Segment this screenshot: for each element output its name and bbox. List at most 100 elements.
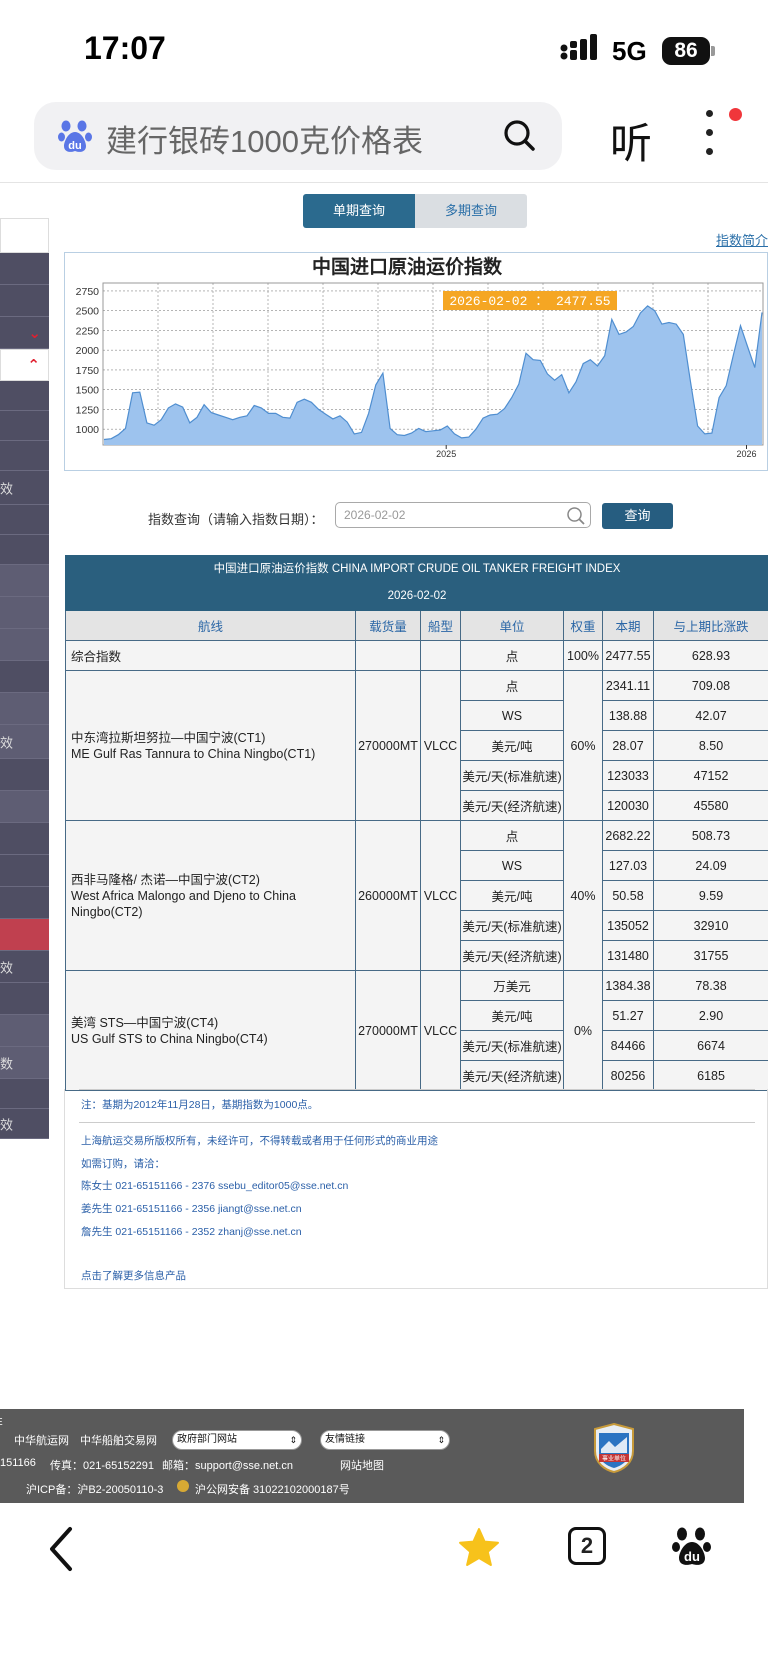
- table-row: 综合指数 点 100% 2477.55 628.93: [65, 640, 768, 671]
- current-cell: 84466: [602, 1030, 654, 1061]
- footer-link[interactable]: 中华航运网: [14, 1432, 69, 1448]
- unit-cell: 美元/吨: [460, 880, 564, 911]
- listen-button[interactable]: 听: [610, 110, 652, 171]
- y-tick-label: 2000: [76, 345, 100, 357]
- baidu-paw-icon[interactable]: du: [672, 1525, 712, 1567]
- date-input[interactable]: 2026-02-02: [335, 502, 591, 528]
- sidebar-item[interactable]: [0, 565, 49, 597]
- route-cargo: 270000MT: [355, 970, 421, 1091]
- sidebar-item[interactable]: [0, 441, 49, 471]
- sidebar-item[interactable]: 效: [0, 471, 49, 505]
- table-title: 中国进口原油运价指数 CHINA IMPORT CRUDE OIL TANKER…: [64, 555, 768, 611]
- sidebar-item-collapsed[interactable]: ⌄: [0, 317, 49, 349]
- unit-cell: 点: [460, 820, 564, 851]
- sidebar-item[interactable]: [0, 1079, 49, 1109]
- sidebar-item[interactable]: [0, 535, 49, 565]
- sidebar-item[interactable]: [0, 983, 49, 1015]
- search-bar[interactable]: du 建行银砖1000克价格表: [34, 102, 562, 170]
- route-ship: VLCC: [420, 820, 461, 971]
- sidebar-item[interactable]: [0, 597, 49, 629]
- sidebar-item[interactable]: [0, 855, 49, 887]
- unit-cell: 点: [460, 670, 564, 701]
- chevron-updown-icon: ⇕: [437, 1435, 445, 1445]
- sidebar-item[interactable]: [0, 285, 49, 317]
- unit-cell: 万美元: [460, 970, 564, 1001]
- sidebar-item[interactable]: [0, 1015, 49, 1047]
- x-tick-label: 2025: [436, 449, 456, 459]
- friend-links-select[interactable]: 友情链接 ⇕: [320, 1430, 450, 1450]
- notes-section: 注：基期为2012年11月28日，基期指数为1000点。 上海航运交易所版权所有…: [64, 1089, 768, 1289]
- sidebar-item[interactable]: [0, 661, 49, 693]
- header-change: 与上期比涨跌: [652, 610, 768, 641]
- y-tick-label: 1250: [76, 404, 100, 416]
- favorite-star-icon[interactable]: [458, 1527, 500, 1569]
- route-ship: VLCC: [420, 670, 461, 821]
- svg-text:du: du: [68, 140, 81, 152]
- header-cargo: 载货量: [355, 610, 421, 641]
- header-route: 航线: [65, 610, 356, 641]
- unit-cell: 美元/天(标准航速): [460, 910, 564, 941]
- sidebar-item[interactable]: 效: [0, 1109, 49, 1139]
- unit-cell: 美元/天(标准航速): [460, 1030, 564, 1061]
- sidebar-item[interactable]: [0, 411, 49, 441]
- freight-index-chart: 中国进口原油运价指数 2750 2500 2250 2000 1750 1500 1250 10…: [64, 252, 768, 471]
- back-arrow-icon[interactable]: [46, 1525, 80, 1573]
- unit-cell: 美元/天(经济航速): [460, 1060, 564, 1091]
- site-footer: E 中华航运网 中华船舶交易网 政府部门网站⇕ 友情链接⇕ 151166 传真：…: [0, 1409, 744, 1503]
- network-type: 5G: [612, 36, 647, 66]
- route-cargo: 260000MT: [355, 820, 421, 971]
- contact-line: 陈女士 021-65151166 - 2376 ssebu_editor05@s…: [81, 1180, 349, 1192]
- more-info-link[interactable]: 点击了解更多信息产品: [81, 1268, 186, 1283]
- tab-multi-period[interactable]: 多期查询: [415, 194, 527, 228]
- y-tick-label: 2500: [76, 306, 100, 318]
- sidebar-item[interactable]: [0, 253, 49, 285]
- change-cell: 24.09: [652, 850, 768, 881]
- browser-bottom-nav: 2 du: [0, 1503, 768, 1663]
- sitemap-link[interactable]: 网站地图: [340, 1457, 384, 1473]
- index-intro-link[interactable]: 指数简介: [716, 230, 768, 249]
- table-header-row: 航线 载货量 船型 单位 权重 本期 与上期比涨跌: [65, 610, 768, 641]
- sidebar-item[interactable]: [0, 887, 49, 919]
- gov-sites-select[interactable]: 政府部门网站 ⇕: [172, 1430, 302, 1450]
- table-row: 美湾 STS—中国宁波(CT4) US Gulf STS to China Nin…: [65, 970, 768, 1091]
- status-bar: 17:07 5G 86: [0, 0, 768, 100]
- sidebar-item[interactable]: 效: [0, 951, 49, 983]
- sidebar-item[interactable]: [0, 629, 49, 661]
- tab-single-period[interactable]: 单期查询: [303, 194, 415, 228]
- battery-indicator: 86: [662, 37, 710, 65]
- sidebar-item[interactable]: 效: [0, 725, 49, 759]
- more-menu-icon[interactable]: [700, 110, 720, 160]
- y-tick-label: 2750: [76, 286, 100, 298]
- base-note: 注：基期为2012年11月28日，基期指数为1000点。: [81, 1099, 319, 1111]
- sidebar-item[interactable]: [0, 381, 49, 411]
- search-icon[interactable]: [502, 118, 538, 154]
- change-cell: 2.90: [652, 1000, 768, 1031]
- y-tick-label: 1000: [76, 424, 100, 436]
- sidebar-item[interactable]: [0, 823, 49, 855]
- header-unit: 单位: [460, 610, 564, 641]
- search-query-text[interactable]: 建行银砖1000克价格表: [106, 116, 423, 161]
- sidebar-item-active[interactable]: [0, 919, 49, 951]
- current-cell: 80256: [602, 1060, 654, 1091]
- sidebar-item[interactable]: [0, 759, 49, 791]
- tab-count-button[interactable]: 2: [568, 1527, 606, 1565]
- baidu-paw-icon: du: [58, 120, 92, 152]
- contact-intro: 如需订购，请洽：: [81, 1158, 165, 1170]
- table-row: 西非马隆格/ 杰诺—中国宁波(CT2) West Africa Malongo a…: [65, 820, 768, 971]
- change-cell: 709.08: [652, 670, 768, 701]
- change-cell: 47152: [652, 760, 768, 791]
- sidebar-item[interactable]: 数: [0, 1047, 49, 1079]
- footer-link[interactable]: 中华船舶交易网: [80, 1432, 157, 1448]
- sidebar-item[interactable]: [0, 218, 49, 253]
- sidebar-item-expanded[interactable]: ⌃: [0, 349, 49, 381]
- sidebar-item[interactable]: [0, 693, 49, 725]
- unit-cell: WS: [460, 850, 564, 881]
- current-cell: 2341.11: [602, 670, 654, 701]
- y-tick-label: 2250: [76, 325, 100, 337]
- unit-cell: 美元/吨: [460, 730, 564, 761]
- sidebar-item[interactable]: [0, 505, 49, 535]
- search-icon[interactable]: [566, 506, 586, 526]
- sidebar-item[interactable]: [0, 791, 49, 823]
- public-institution-badge-icon[interactable]: 事业单位: [593, 1423, 635, 1473]
- query-button[interactable]: 查询: [602, 503, 673, 529]
